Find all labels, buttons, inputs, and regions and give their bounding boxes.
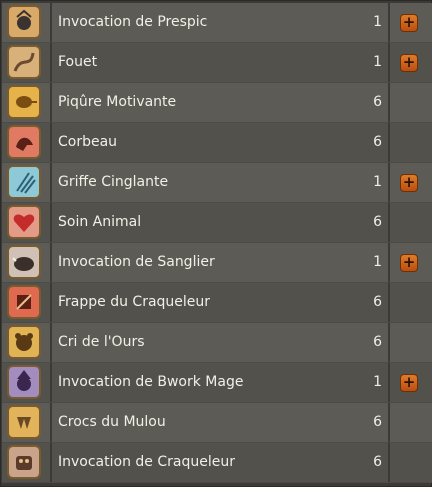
upgrade-spell-button[interactable]: +: [400, 14, 418, 32]
craqueleur-icon: [7, 445, 41, 479]
spell-name: Invocation de Craqueleur: [58, 454, 235, 470]
spell-row[interactable]: Invocation de Sanglier 1 +: [2, 243, 432, 283]
spell-level-cell: 6: [342, 123, 390, 162]
spell-level-cell: 6: [342, 403, 390, 442]
spell-name: Griffe Cinglante: [58, 174, 169, 190]
craqueleur-strike-icon: [7, 285, 41, 319]
upgrade-spell-button[interactable]: +: [400, 54, 418, 72]
spell-name: Cri de l'Ours: [58, 334, 145, 350]
spell-row[interactable]: Invocation de Bwork Mage 1 +: [2, 363, 432, 403]
spell-level: 1: [373, 54, 382, 70]
spell-level: 6: [373, 454, 382, 470]
spell-level: 1: [373, 174, 382, 190]
spell-name: Invocation de Bwork Mage: [58, 374, 244, 390]
spell-row[interactable]: Fouet 1 +: [2, 43, 432, 83]
spell-icon-cell: [2, 123, 52, 162]
spell-icon-cell: [2, 203, 52, 242]
bear-icon: [7, 325, 41, 359]
spell-row[interactable]: Frappe du Craqueleur 6: [2, 283, 432, 323]
spell-icon-cell: [2, 363, 52, 402]
whip-icon: [7, 45, 41, 79]
spell-level-cell: 6: [342, 443, 390, 482]
spell-level: 1: [373, 374, 382, 390]
spell-icon-cell: [2, 443, 52, 482]
spell-row[interactable]: Corbeau 6: [2, 123, 432, 163]
claw-icon: [7, 165, 41, 199]
spell-level: 6: [373, 414, 382, 430]
spell-row[interactable]: Cri de l'Ours 6: [2, 323, 432, 363]
spell-level-cell: 1: [342, 363, 390, 402]
spell-row[interactable]: Invocation de Prespic 1 +: [2, 3, 432, 43]
spell-level: 6: [373, 134, 382, 150]
upgrade-spell-button[interactable]: +: [400, 374, 418, 392]
heart-icon: [7, 205, 41, 239]
spell-name: Soin Animal: [58, 214, 142, 230]
spell-row[interactable]: Soin Animal 6: [2, 203, 432, 243]
spell-row[interactable]: Piqûre Motivante 6: [2, 83, 432, 123]
spell-level-cell: 6: [342, 203, 390, 242]
spell-row[interactable]: Griffe Cinglante 1 +: [2, 163, 432, 203]
spell-level: 1: [373, 254, 382, 270]
fangs-icon: [7, 405, 41, 439]
crow-icon: [7, 125, 41, 159]
spell-level: 6: [373, 214, 382, 230]
spell-name: Piqûre Motivante: [58, 94, 177, 110]
spell-level-cell: 6: [342, 83, 390, 122]
spell-level: 1: [373, 14, 382, 30]
boar-icon: [7, 245, 41, 279]
upgrade-spell-button[interactable]: +: [400, 254, 418, 272]
spell-level: 6: [373, 94, 382, 110]
spell-name: Invocation de Sanglier: [58, 254, 215, 270]
spell-icon-cell: [2, 43, 52, 82]
spell-icon-cell: [2, 163, 52, 202]
spell-icon-cell: [2, 83, 52, 122]
spell-row[interactable]: Crocs du Mulou 6: [2, 403, 432, 443]
spell-level: 6: [373, 334, 382, 350]
spell-level-cell: 1: [342, 43, 390, 82]
spell-level-cell: 6: [342, 283, 390, 322]
spell-name: Frappe du Craqueleur: [58, 294, 211, 310]
spell-list: Invocation de Prespic 1 + Fouet 1 + Piqûre Mot…: [0, 0, 432, 487]
spell-level-cell: 1: [342, 243, 390, 282]
spell-icon-cell: [2, 403, 52, 442]
spell-icon-cell: [2, 243, 52, 282]
spell-icon-cell: [2, 3, 52, 42]
spell-name: Crocs du Mulou: [58, 414, 166, 430]
spell-level-cell: 1: [342, 163, 390, 202]
spell-level-cell: 6: [342, 323, 390, 362]
prespic-icon: [7, 5, 41, 39]
spell-row[interactable]: Invocation de Craqueleur 6: [2, 443, 432, 483]
spell-name: Corbeau: [58, 134, 118, 150]
upgrade-spell-button[interactable]: +: [400, 174, 418, 192]
spell-name: Fouet: [58, 54, 98, 70]
spell-icon-cell: [2, 323, 52, 362]
spell-icon-cell: [2, 283, 52, 322]
spell-level: 6: [373, 294, 382, 310]
sting-icon: [7, 85, 41, 119]
spell-level-cell: 1: [342, 3, 390, 42]
spell-name: Invocation de Prespic: [58, 14, 208, 30]
bwork-mage-icon: [7, 365, 41, 399]
